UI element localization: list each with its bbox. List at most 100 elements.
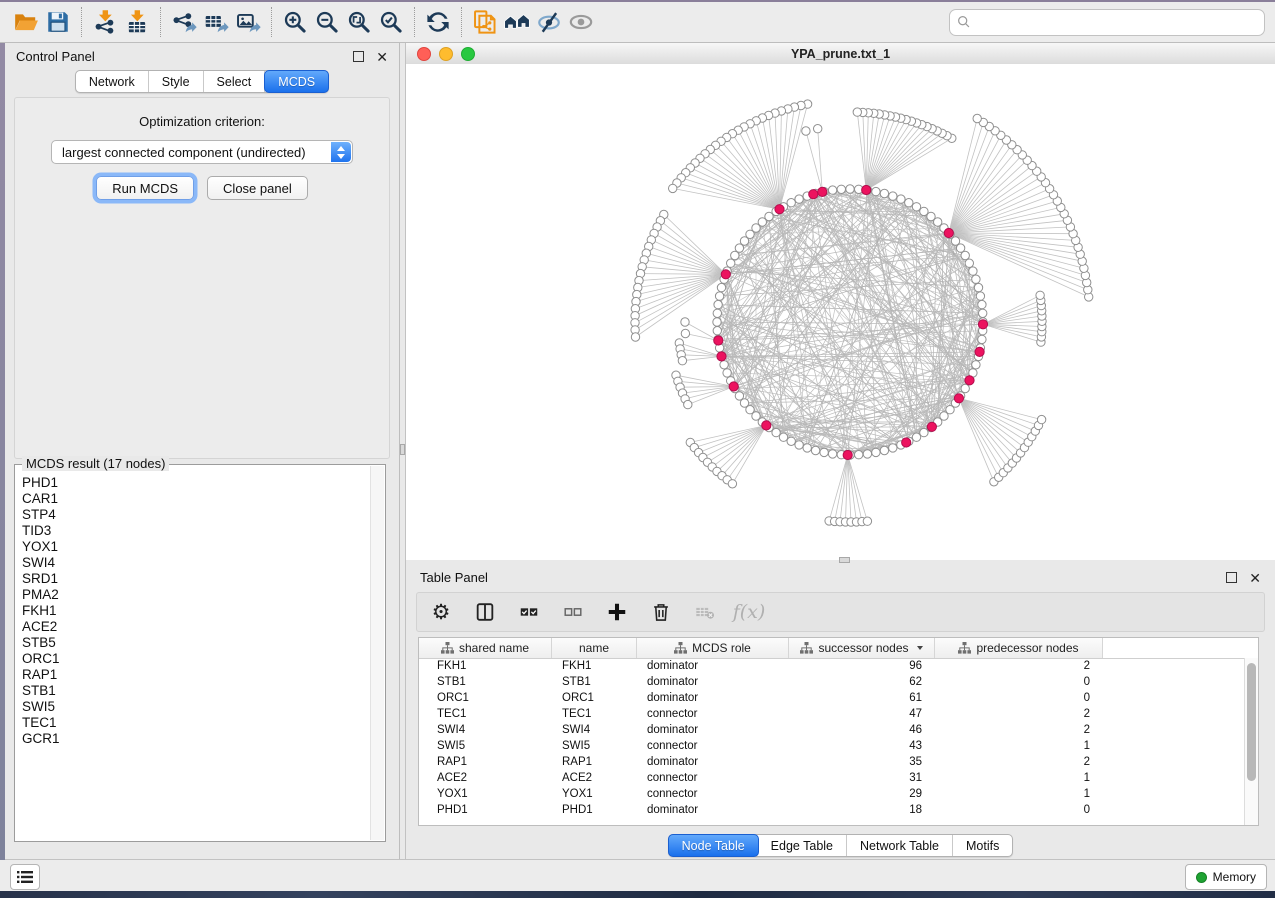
gear-icon[interactable]: ⚙: [429, 600, 453, 624]
mcds-result-scrollbar[interactable]: [370, 466, 384, 840]
zoom-selected-icon[interactable]: [375, 6, 407, 38]
control-panel-header: Control Panel ✕: [5, 43, 399, 70]
mcds-node-item[interactable]: TID3: [22, 523, 371, 539]
cell-predecessor-nodes: 2: [935, 708, 1103, 720]
table-row[interactable]: STB1STB1dominator620: [419, 674, 1245, 690]
zoom-out-icon[interactable]: [311, 6, 343, 38]
zoom-fit-icon[interactable]: [343, 6, 375, 38]
mcds-node-item[interactable]: ORC1: [22, 651, 371, 667]
mcds-node-item[interactable]: SRD1: [22, 571, 371, 587]
mcds-node-item[interactable]: ACE2: [22, 619, 371, 635]
close-panel-icon[interactable]: ✕: [376, 50, 388, 64]
float-panel-icon[interactable]: [353, 51, 364, 62]
mcds-node-item[interactable]: STB1: [22, 683, 371, 699]
criterion-dropdown[interactable]: largest connected component (undirected): [51, 140, 353, 164]
search-input[interactable]: [976, 14, 1257, 31]
table-row[interactable]: YOX1YOX1connector291: [419, 786, 1245, 802]
cell-shared-name: ACE2: [419, 772, 552, 784]
column-header-successor-nodes[interactable]: successor nodes: [789, 638, 935, 658]
task-history-button[interactable]: [10, 864, 40, 890]
cell-predecessor-nodes: 1: [935, 772, 1103, 784]
import-network-icon[interactable]: [89, 6, 121, 38]
float-table-panel-icon[interactable]: [1226, 572, 1237, 583]
cell-predecessor-nodes: 2: [935, 724, 1103, 736]
close-panel-button[interactable]: Close panel: [207, 176, 308, 200]
mcds-node-item[interactable]: SWI5: [22, 699, 371, 715]
hide-selected-icon[interactable]: [533, 6, 565, 38]
splitter-handle-horizontal[interactable]: [839, 557, 850, 563]
add-column-icon[interactable]: [605, 600, 629, 624]
mcds-node-item[interactable]: PMA2: [22, 587, 371, 603]
network-graph[interactable]: [406, 64, 1275, 560]
cell-MCDS-role: dominator: [637, 724, 789, 736]
cell-MCDS-role: dominator: [637, 660, 789, 672]
run-mcds-button[interactable]: Run MCDS: [96, 176, 194, 200]
zoom-in-icon[interactable]: [279, 6, 311, 38]
mcds-node-item[interactable]: STP4: [22, 507, 371, 523]
table-row[interactable]: SWI4SWI4dominator462: [419, 722, 1245, 738]
table-row[interactable]: ACE2ACE2connector311: [419, 770, 1245, 786]
open-file-icon[interactable]: [10, 6, 42, 38]
columns-icon[interactable]: [473, 600, 497, 624]
network-canvas[interactable]: [406, 64, 1275, 560]
tab-network[interactable]: Network: [76, 71, 149, 92]
import-table-icon[interactable]: [121, 6, 153, 38]
export-network-icon[interactable]: [168, 6, 200, 38]
cell-shared-name: TEC1: [419, 708, 552, 720]
tab-select[interactable]: Select: [204, 71, 266, 92]
mcds-node-item[interactable]: PHD1: [22, 475, 371, 491]
cell-name: SWI4: [552, 724, 637, 736]
mcds-node-item[interactable]: CAR1: [22, 491, 371, 507]
mcds-node-item[interactable]: STB5: [22, 635, 371, 651]
mcds-node-item[interactable]: TEC1: [22, 715, 371, 731]
cell-shared-name: RAP1: [419, 756, 552, 768]
tab-node-table[interactable]: Node Table: [668, 834, 759, 857]
toolbar-separator: [160, 7, 161, 37]
mcds-node-item[interactable]: FKH1: [22, 603, 371, 619]
delete-column-icon[interactable]: [649, 600, 673, 624]
splitter-handle[interactable]: [400, 444, 405, 455]
list-icon: [17, 870, 33, 884]
delete-table-icon: [693, 600, 717, 624]
select-all-icon[interactable]: [517, 600, 541, 624]
cell-successor-nodes: 18: [789, 804, 935, 816]
mcds-node-item[interactable]: RAP1: [22, 667, 371, 683]
deselect-all-icon[interactable]: [561, 600, 585, 624]
export-image-icon[interactable]: [232, 6, 264, 38]
show-all-icon[interactable]: [565, 6, 597, 38]
save-session-icon[interactable]: [42, 6, 74, 38]
column-header-shared-name[interactable]: shared name: [419, 638, 552, 658]
column-header-MCDS-role[interactable]: MCDS role: [637, 638, 789, 658]
search-box[interactable]: [949, 9, 1265, 36]
cell-successor-nodes: 43: [789, 740, 935, 752]
first-neighbors-icon[interactable]: [501, 6, 533, 38]
tab-network-table[interactable]: Network Table: [847, 835, 953, 856]
cell-MCDS-role: dominator: [637, 692, 789, 704]
table-row[interactable]: RAP1RAP1dominator352: [419, 754, 1245, 770]
tab-motifs[interactable]: Motifs: [953, 835, 1012, 856]
table-row[interactable]: SWI5SWI5connector431: [419, 738, 1245, 754]
export-table-icon[interactable]: [200, 6, 232, 38]
tab-mcds[interactable]: MCDS: [264, 70, 329, 93]
tab-edge-table[interactable]: Edge Table: [758, 835, 847, 856]
mcds-node-item[interactable]: SWI4: [22, 555, 371, 571]
column-header-predecessor-nodes[interactable]: predecessor nodes: [935, 638, 1103, 658]
memory-button[interactable]: Memory: [1185, 864, 1267, 890]
table-row[interactable]: FKH1FKH1dominator962: [419, 658, 1245, 674]
close-table-panel-icon[interactable]: ✕: [1249, 571, 1261, 585]
refresh-layout-icon[interactable]: [422, 6, 454, 38]
toolbar-separator: [414, 7, 415, 37]
mcds-node-item[interactable]: YOX1: [22, 539, 371, 555]
table-row[interactable]: ORC1ORC1dominator610: [419, 690, 1245, 706]
mcds-result-box: MCDS result (17 nodes) PHD1CAR1STP4TID3Y…: [14, 464, 386, 842]
duplicate-network-icon[interactable]: [469, 6, 501, 38]
table-row[interactable]: TEC1TEC1connector472: [419, 706, 1245, 722]
table-scrollbar-thumb[interactable]: [1247, 663, 1256, 781]
tab-style[interactable]: Style: [149, 71, 204, 92]
table-row[interactable]: PHD1PHD1dominator180: [419, 802, 1245, 818]
column-header-name[interactable]: name: [552, 638, 637, 658]
table-scrollbar[interactable]: [1244, 658, 1258, 825]
cell-name: SWI5: [552, 740, 637, 752]
cell-MCDS-role: dominator: [637, 756, 789, 768]
mcds-node-item[interactable]: GCR1: [22, 731, 371, 747]
